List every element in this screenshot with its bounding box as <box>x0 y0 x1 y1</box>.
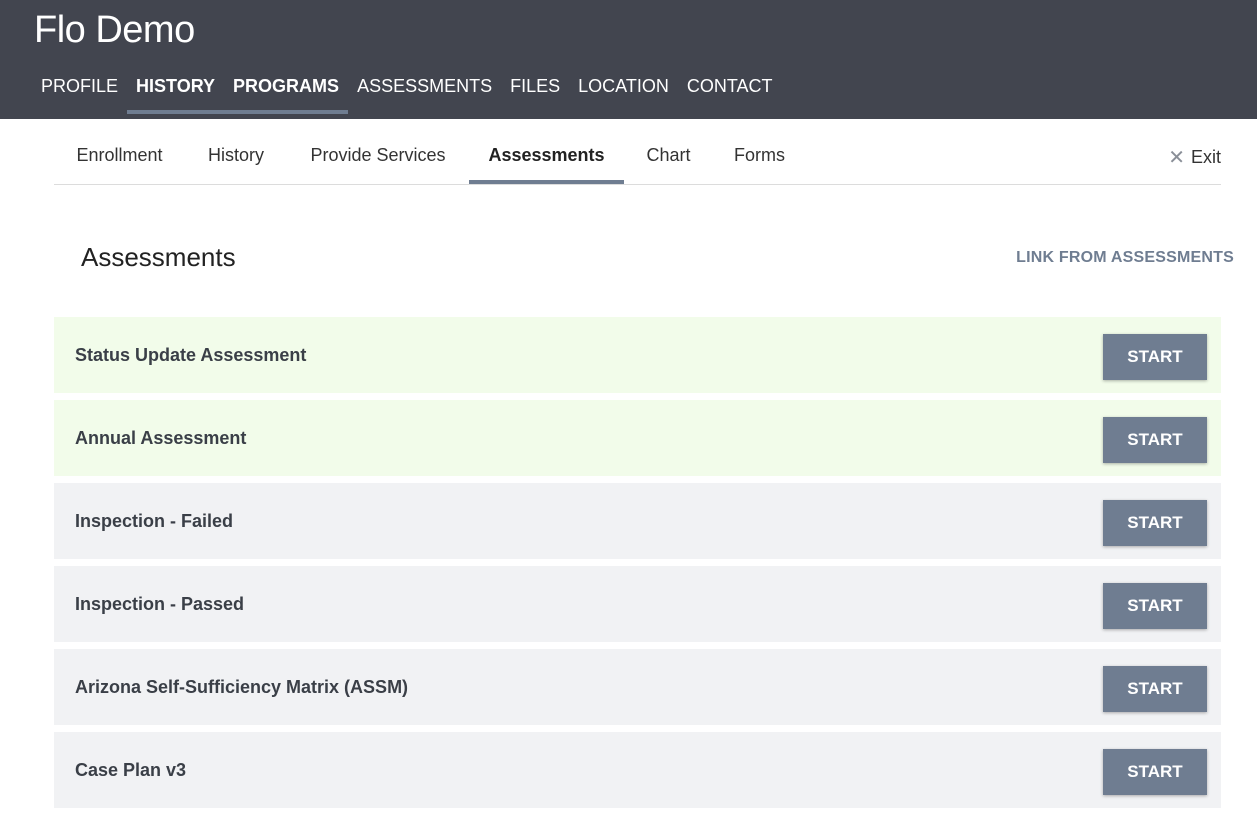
start-button[interactable]: START <box>1103 583 1207 629</box>
assessment-name: Case Plan v3 <box>75 760 187 780</box>
nav-profile[interactable]: PROFILE <box>32 72 127 114</box>
nav-location[interactable]: LOCATION <box>569 72 678 114</box>
list-item: Annual Assessment START <box>54 400 1221 476</box>
top-nav: PROFILE HISTORY PROGRAMS ASSESSMENTS FIL… <box>32 72 782 114</box>
tab-chart[interactable]: Chart <box>624 128 713 184</box>
nav-programs[interactable]: PROGRAMS <box>224 72 349 114</box>
assessment-name: Arizona Self-Sufficiency Matrix (ASSM) <box>75 677 409 697</box>
nav-assessments[interactable]: ASSESSMENTS <box>348 72 501 114</box>
assessment-name: Inspection - Failed <box>75 511 234 531</box>
close-icon: ✕ <box>1168 147 1185 169</box>
start-button[interactable]: START <box>1103 500 1207 546</box>
app-title: Flo Demo <box>34 9 195 51</box>
tab-forms[interactable]: Forms <box>713 128 806 184</box>
list-item: Inspection - Passed START <box>54 566 1221 642</box>
start-button[interactable]: START <box>1103 749 1207 795</box>
program-subtabs: Enrollment History Provide Services Asse… <box>54 128 1221 185</box>
nav-files[interactable]: FILES <box>501 72 569 114</box>
start-button[interactable]: START <box>1103 334 1207 380</box>
section-title: Assessments <box>81 242 236 272</box>
list-item: Arizona Self-Sufficiency Matrix (ASSM) S… <box>54 649 1221 725</box>
nav-contact[interactable]: CONTACT <box>678 72 782 114</box>
nav-history[interactable]: HISTORY <box>127 72 225 114</box>
assessment-list: Status Update Assessment START Annual As… <box>54 317 1221 815</box>
exit-label: Exit <box>1190 147 1221 167</box>
assessment-name: Annual Assessment <box>75 428 247 448</box>
list-item: Status Update Assessment START <box>54 317 1221 393</box>
exit-button[interactable]: ✕ Exit <box>1168 145 1221 170</box>
tab-assessments[interactable]: Assessments <box>469 128 624 184</box>
tab-history[interactable]: History <box>185 128 287 184</box>
link-from-assessments-button[interactable]: LINK FROM ASSESSMENTS <box>1016 249 1234 267</box>
tab-enrollment[interactable]: Enrollment <box>54 128 185 184</box>
list-item: Inspection - Failed START <box>54 483 1221 559</box>
start-button[interactable]: START <box>1103 666 1207 712</box>
assessment-name: Inspection - Passed <box>75 594 245 614</box>
start-button[interactable]: START <box>1103 417 1207 463</box>
assessment-name: Status Update Assessment <box>75 345 307 365</box>
top-header: Flo Demo PROFILE HISTORY PROGRAMS ASSESS… <box>0 0 1257 119</box>
tab-provide-services[interactable]: Provide Services <box>287 128 469 184</box>
list-item: Case Plan v3 START <box>54 732 1221 808</box>
